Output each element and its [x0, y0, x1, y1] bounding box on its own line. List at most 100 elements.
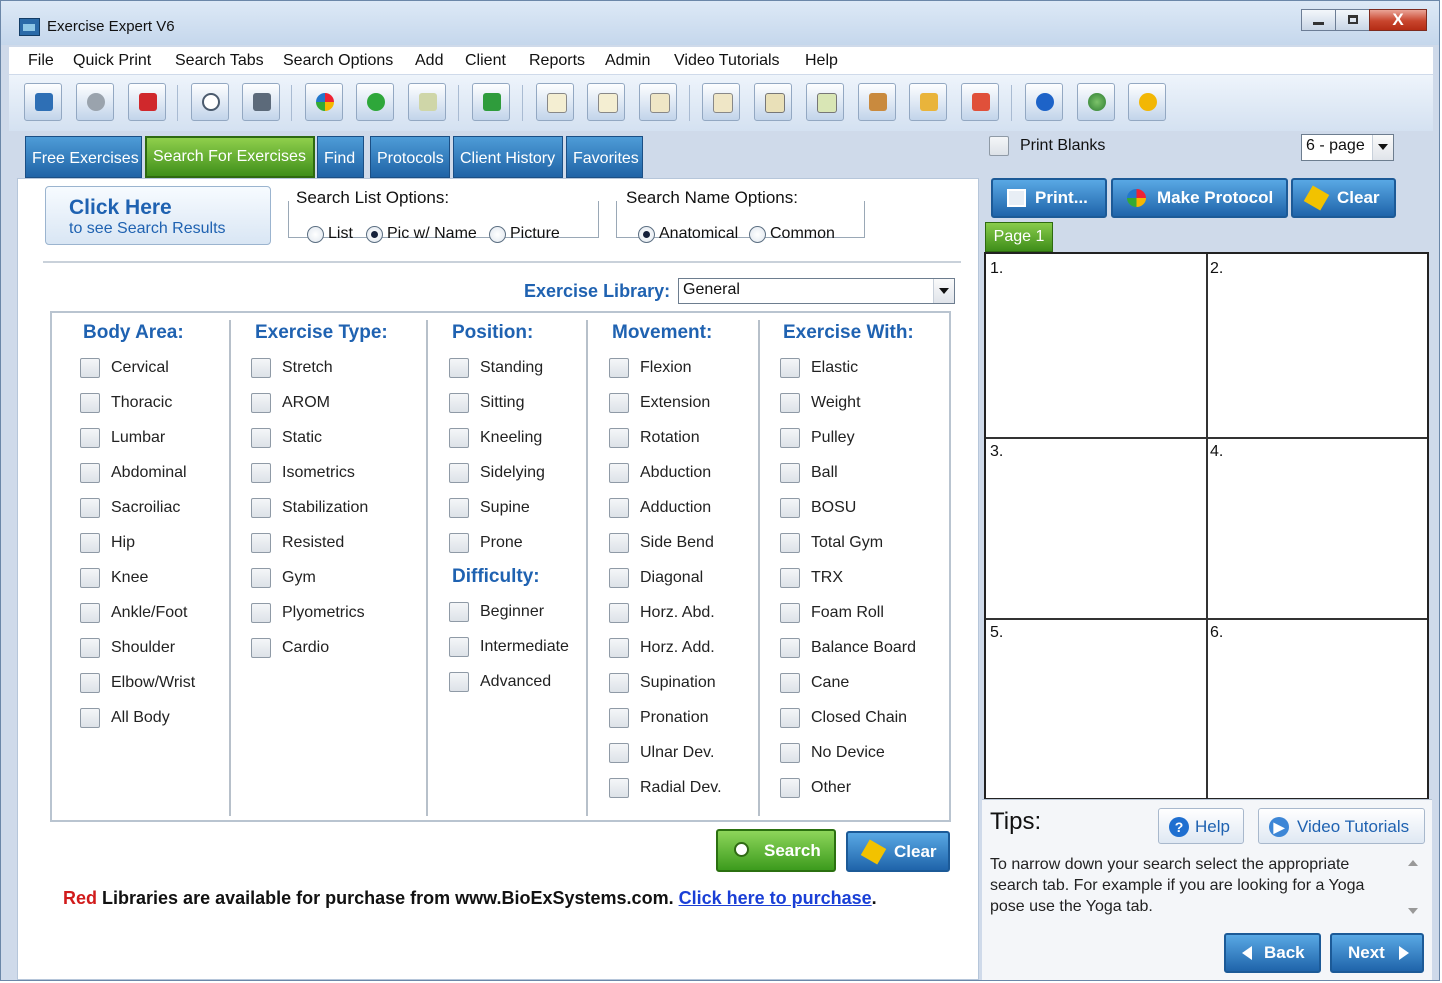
exercise-with-checkbox[interactable]: Weight [780, 393, 861, 413]
export-toolbar-button[interactable] [961, 83, 999, 121]
radio-common[interactable]: Common [749, 225, 835, 243]
exercise-with-checkbox[interactable]: Cane [780, 673, 849, 693]
exercise-type-checkbox[interactable]: Isometrics [251, 463, 355, 483]
exercise-with-checkbox[interactable]: Balance Board [780, 638, 916, 658]
body-area-checkbox[interactable]: Hip [80, 533, 135, 553]
page-1-tab[interactable]: Page 1 [985, 222, 1053, 252]
protocol-slot-6[interactable]: 6. [1206, 618, 1427, 798]
alert-toolbar-button[interactable] [1128, 83, 1166, 121]
position-checkbox[interactable]: Standing [449, 358, 543, 378]
body-area-checkbox[interactable]: Sacroiliac [80, 498, 180, 518]
settings-button[interactable] [76, 83, 114, 121]
purchase-link[interactable]: Click here to purchase [679, 888, 872, 908]
body-area-checkbox[interactable]: Lumbar [80, 428, 165, 448]
tips-scrollbar[interactable] [1404, 854, 1422, 920]
add-card-toolbar-button[interactable] [408, 83, 446, 121]
tab-client-history[interactable]: Client History [453, 136, 563, 178]
protocol-slot-1[interactable]: 1. [986, 254, 1208, 439]
tab-free-exercises[interactable]: Free Exercises [25, 136, 142, 178]
radio-picture[interactable]: Picture [489, 225, 560, 243]
clear-filters-button[interactable]: Clear [846, 831, 950, 872]
exercise-with-checkbox[interactable]: No Device [780, 743, 885, 763]
minimize-button[interactable] [1301, 9, 1336, 31]
undo-toolbar-button[interactable] [472, 83, 510, 121]
see-results-button[interactable]: Click Here to see Search Results [45, 186, 271, 245]
movement-checkbox[interactable]: Rotation [609, 428, 700, 448]
movement-checkbox[interactable]: Pronation [609, 708, 709, 728]
body-area-checkbox[interactable]: Ankle/Foot [80, 603, 187, 623]
table-toolbar-button[interactable] [806, 83, 844, 121]
page-toolbar-button[interactable] [536, 83, 574, 121]
maximize-button[interactable] [1335, 9, 1370, 31]
exercise-with-checkbox[interactable]: Other [780, 778, 851, 798]
library-toolbar-button[interactable] [858, 83, 896, 121]
exercise-with-checkbox[interactable]: BOSU [780, 498, 856, 518]
exercise-type-checkbox[interactable]: Cardio [251, 638, 329, 658]
movement-checkbox[interactable]: Abduction [609, 463, 711, 483]
video-tutorials-button[interactable]: ▶ Video Tutorials [1258, 808, 1425, 844]
make-protocol-button[interactable]: Make Protocol [1111, 178, 1288, 218]
back-button[interactable]: Back [1224, 933, 1321, 973]
position-checkbox[interactable]: Supine [449, 498, 530, 518]
exercise-with-checkbox[interactable]: Closed Chain [780, 708, 907, 728]
page-layout-select[interactable]: 6 - page [1301, 134, 1394, 161]
exercise-type-checkbox[interactable]: Plyometrics [251, 603, 365, 623]
exercise-with-checkbox[interactable]: Foam Roll [780, 603, 884, 623]
tab-search-for-exercises[interactable]: Search For Exercises [145, 136, 315, 178]
exercise-type-checkbox[interactable]: Static [251, 428, 322, 448]
exercise-type-checkbox[interactable]: AROM [251, 393, 330, 413]
movement-checkbox[interactable]: Diagonal [609, 568, 703, 588]
exercise-with-checkbox[interactable]: Pulley [780, 428, 855, 448]
movement-checkbox[interactable]: Radial Dev. [609, 778, 722, 798]
exercise-with-checkbox[interactable]: TRX [780, 568, 843, 588]
body-area-checkbox[interactable]: Elbow/Wrist [80, 673, 195, 693]
radio-anatomical[interactable]: Anatomical [638, 225, 738, 243]
radio-pic-w-name[interactable]: Pic w/ Name [366, 225, 477, 243]
movement-checkbox[interactable]: Extension [609, 393, 710, 413]
close-button[interactable]: X [1369, 9, 1427, 31]
help-button[interactable]: ? Help [1158, 808, 1244, 844]
next-button[interactable]: Next [1330, 933, 1424, 973]
printer-toolbar-button[interactable] [242, 83, 280, 121]
movement-checkbox[interactable]: Supination [609, 673, 716, 693]
menu-file[interactable]: File [28, 52, 54, 70]
protocol-toolbar-button[interactable] [305, 83, 343, 121]
tab-find[interactable]: Find [317, 136, 364, 178]
clear-protocol-button[interactable]: Clear [1291, 178, 1396, 218]
body-area-checkbox[interactable]: Shoulder [80, 638, 175, 658]
movement-checkbox[interactable]: Side Bend [609, 533, 714, 553]
difficulty-checkbox[interactable]: Advanced [449, 672, 551, 692]
body-area-checkbox[interactable]: Thoracic [80, 393, 172, 413]
exercise-type-checkbox[interactable]: Resisted [251, 533, 344, 553]
notes-toolbar-button[interactable] [702, 83, 740, 121]
protocol-slot-5[interactable]: 5. [986, 618, 1208, 798]
add-toolbar-button[interactable] [356, 83, 394, 121]
movement-checkbox[interactable]: Flexion [609, 358, 692, 378]
menu-admin[interactable]: Admin [605, 52, 650, 70]
exercise-with-checkbox[interactable]: Total Gym [780, 533, 883, 553]
radio-list[interactable]: List [307, 225, 353, 243]
movement-checkbox[interactable]: Horz. Add. [609, 638, 715, 658]
search-toolbar-button[interactable] [191, 83, 229, 121]
book-toolbar-button[interactable] [754, 83, 792, 121]
difficulty-checkbox[interactable]: Intermediate [449, 637, 569, 657]
monitor-button[interactable] [24, 83, 62, 121]
movement-checkbox[interactable]: Ulnar Dev. [609, 743, 714, 763]
protocol-slot-2[interactable]: 2. [1206, 254, 1427, 439]
body-area-checkbox[interactable]: Abdominal [80, 463, 187, 483]
menu-quick-print[interactable]: Quick Print [73, 52, 151, 70]
exercise-type-checkbox[interactable]: Stretch [251, 358, 333, 378]
search-button[interactable]: Search [716, 829, 836, 872]
pages-toolbar-button[interactable] [587, 83, 625, 121]
movement-checkbox[interactable]: Adduction [609, 498, 711, 518]
position-checkbox[interactable]: Sitting [449, 393, 524, 413]
print-blanks-checkbox[interactable]: Print Blanks [989, 136, 1105, 156]
position-checkbox[interactable]: Kneeling [449, 428, 542, 448]
exercise-with-checkbox[interactable]: Ball [780, 463, 838, 483]
difficulty-checkbox[interactable]: Beginner [449, 602, 544, 622]
help-toolbar-button[interactable] [1025, 83, 1063, 121]
exercise-type-checkbox[interactable]: Gym [251, 568, 316, 588]
exercise-type-checkbox[interactable]: Stabilization [251, 498, 368, 518]
menu-search-options[interactable]: Search Options [283, 52, 393, 70]
menu-search-tabs[interactable]: Search Tabs [175, 52, 264, 70]
